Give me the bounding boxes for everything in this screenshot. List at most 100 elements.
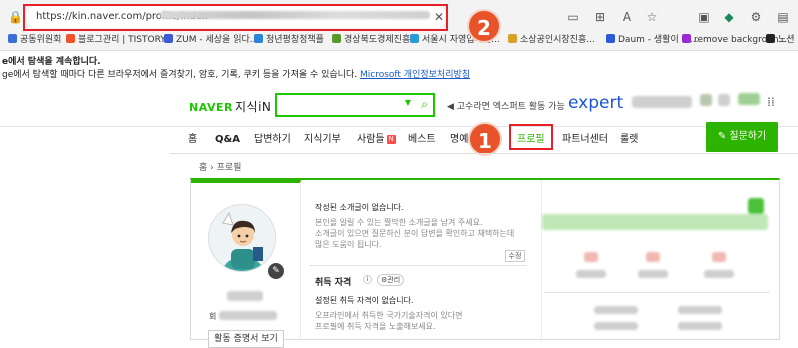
bookmark-label: 블로그관리 | TISTORY xyxy=(78,35,166,45)
bookmark-favicon-icon xyxy=(164,34,173,43)
nav-item-donate[interactable]: 지식기부 xyxy=(304,132,341,148)
bookmark-favicon-icon xyxy=(410,34,419,43)
search-icon[interactable]: ⌕ xyxy=(421,97,428,112)
member-id-redacted xyxy=(219,311,277,320)
level-badge-redacted xyxy=(748,198,764,214)
bookmark-item[interactable]: 블로그관리 | TISTORY xyxy=(66,33,166,47)
bookmark-item[interactable]: ZUM - 세상을 읽다... xyxy=(164,33,258,47)
member-label: 회 xyxy=(209,312,217,321)
bookmark-label: ZUM - 세상을 읽다... xyxy=(176,35,259,45)
nav-item-people[interactable]: 사람들 N xyxy=(357,132,396,148)
stat-row-redacted xyxy=(678,306,722,314)
profile-intro: 작성된 소개글이 없습니다. 본인을 알릴 수 있는 짤막한 소개글을 남겨 주… xyxy=(309,180,529,342)
badge-redacted xyxy=(738,93,760,105)
nav-item-qa[interactable]: Q&A xyxy=(215,132,240,148)
level-bar-redacted xyxy=(542,214,768,230)
stat-row-redacted xyxy=(594,322,638,330)
extension-icon[interactable]: ◆ xyxy=(722,10,736,24)
bookmark-item[interactable]: 청년평창정책플 xyxy=(254,33,324,47)
bookmark-item[interactable]: 공동위원회 xyxy=(8,33,61,47)
manage-qualification-button[interactable]: ⚙관리 xyxy=(377,274,405,286)
user-info-redacted xyxy=(632,96,692,108)
nav-item-partner[interactable]: 파트너센터 xyxy=(562,132,608,148)
ask-question-button[interactable]: ✎ 질문하기 xyxy=(706,122,778,152)
avatar[interactable] xyxy=(208,204,276,272)
profile-panel: ✎ 회 활동 증명서 보기 작성된 소개글이 없습니다. 본인을 알릴 수 있는… xyxy=(190,178,781,348)
nickname-redacted xyxy=(227,291,263,301)
favorite-icon[interactable]: ☆ xyxy=(645,10,659,24)
stat-row-redacted xyxy=(594,306,638,314)
annotation-highlight-address xyxy=(23,4,448,31)
stats-divider xyxy=(544,292,770,293)
avatar[interactable] xyxy=(700,94,712,106)
lock-icon[interactable]: 🔒 xyxy=(8,10,23,24)
qualification-title: 취득 자격 xyxy=(315,278,352,288)
edit-avatar-icon[interactable]: ✎ xyxy=(268,263,284,279)
import-infobar: e에서 탐색을 계속합니다. ge에서 탐색할 때마다 다른 브라우저에서 즐겨… xyxy=(0,51,798,81)
settings-icon[interactable]: ⚙ xyxy=(749,10,763,24)
bookmarks-bar: 공동위원회 블로그관리 | TISTORY ZUM - 세상을 읽다... 청년평창정… xyxy=(0,30,798,50)
modify-intro-button[interactable]: 수정 xyxy=(505,250,525,262)
bookmark-label: 청년평창정책플 xyxy=(266,35,324,45)
bookmark-favicon-icon xyxy=(682,34,691,43)
expert-logo[interactable]: expert xyxy=(568,93,623,113)
breadcrumb: 홈 › 프로필 xyxy=(199,163,242,173)
nav-divider xyxy=(170,153,798,154)
certificate-button[interactable]: 활동 증명서 보기 xyxy=(208,330,284,348)
nav-item-best[interactable]: 베스트 xyxy=(408,132,436,148)
activity-stats-redacted xyxy=(541,180,781,342)
bookmark-favicon-icon xyxy=(332,34,341,43)
qualification-line: 오프라인에서 취득한 국가기술자격이 있다면 xyxy=(315,311,463,320)
intro-title: 작성된 소개글이 없습니다. xyxy=(315,203,404,212)
bookmark-favicon-icon xyxy=(606,34,615,43)
expert-promo[interactable]: ◀ 고수라면 엑스퍼트 활동 가능 xyxy=(447,99,565,112)
nav-item-honor[interactable]: 명예 xyxy=(450,132,468,148)
annotation-step-2: 2 xyxy=(467,9,501,43)
avatar-character-icon xyxy=(209,205,275,271)
bookmark-favicon-icon xyxy=(8,34,17,43)
stat-label-redacted xyxy=(638,270,668,278)
info-icon[interactable]: i xyxy=(363,275,372,284)
kin-service-name: 지식iN xyxy=(234,100,272,114)
nav-item-home[interactable]: 홈 xyxy=(188,132,197,148)
annotation-step-1: 1 xyxy=(468,122,502,156)
stat-redacted xyxy=(712,252,726,262)
bookmark-favicon-icon xyxy=(254,34,263,43)
new-badge: N xyxy=(386,135,396,144)
tab-icon[interactable]: ▭ xyxy=(566,10,580,24)
main-nav: 홈 Q&A 답변하기 지식기부 사람들 N 베스트 명예 프로필 파트너센터 룰렛 xyxy=(0,127,798,153)
intro-line: 많은 도움이 됩니다. xyxy=(315,240,382,249)
bookmark-label: 노션 xyxy=(778,35,795,45)
nav-item-roulette[interactable]: 룰렛 xyxy=(620,132,638,148)
privacy-link[interactable]: Microsoft 개인정보처리방침 xyxy=(360,70,470,80)
naver-logo[interactable]: NAVER 지식iN xyxy=(189,98,271,115)
infobar-message: ge에서 탐색할 때마다 다른 브라우저에서 즐겨찾기, 암호, 기록, 쿠키 … xyxy=(2,70,471,80)
search-dropdown-icon[interactable]: ▼ xyxy=(405,98,411,107)
bookmark-item[interactable]: 노션 xyxy=(766,33,795,47)
notification-redacted[interactable] xyxy=(718,94,730,106)
bookmark-label: 공동위원회 xyxy=(20,35,62,45)
annotation-highlight-profile xyxy=(509,124,553,150)
naver-header: NAVER 지식iN ▼ ⌕ ◀ 고수라면 엑스퍼트 활동 가능 expert ⁞… xyxy=(0,81,798,127)
stat-row-redacted xyxy=(678,322,722,330)
bookmark-item[interactable]: 소상공인시장진흥... xyxy=(508,33,595,47)
stat-label-redacted xyxy=(576,270,606,278)
stat-redacted xyxy=(584,252,598,262)
profile-card: ✎ 회 활동 증명서 보기 xyxy=(191,180,301,348)
infobar-title: e에서 탐색을 계속합니다. xyxy=(2,57,101,67)
apps-grid-icon[interactable]: ⁞⁞ xyxy=(764,95,778,109)
bookmark-label: 경상북도경제진흥원 xyxy=(344,35,419,45)
search-input[interactable]: ▼ ⌕ xyxy=(275,93,435,117)
collections-icon[interactable]: ▤ xyxy=(776,10,790,24)
bookmark-item[interactable]: 경상북도경제진흥원 xyxy=(332,33,419,47)
read-aloud-icon[interactable]: A xyxy=(620,10,634,24)
bookmark-favicon-icon xyxy=(508,34,517,43)
qualification-line: 프로필에 취득 자격을 노출해보세요. xyxy=(315,322,436,331)
stat-label-redacted xyxy=(704,270,734,278)
nav-item-answer[interactable]: 답변하기 xyxy=(254,132,291,148)
stat-redacted xyxy=(646,252,660,262)
bookmark-favicon-icon xyxy=(766,34,775,43)
grid-icon[interactable]: ⊞ xyxy=(593,10,607,24)
sidebar-icon[interactable]: ▣ xyxy=(697,10,711,24)
intro-divider xyxy=(309,265,527,266)
